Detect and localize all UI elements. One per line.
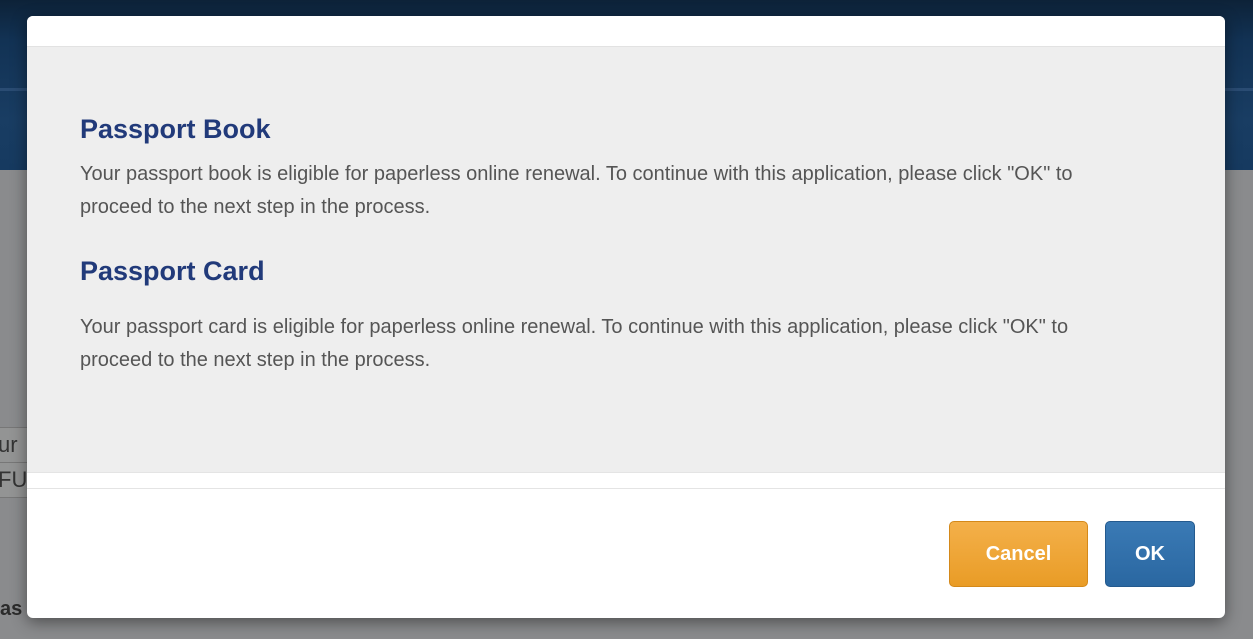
dialog-divider [27,472,1225,489]
passport-card-title: Passport Card [80,256,265,286]
cancel-button[interactable]: Cancel [949,521,1088,587]
passport-book-title: Passport Book [80,114,271,144]
dialog-body: Passport Book Your passport book is elig… [27,47,1225,472]
passport-book-text: Your passport book is eligible for paper… [80,163,1073,218]
eligibility-dialog: Passport Book Your passport book is elig… [27,16,1225,618]
dialog-header [27,16,1225,47]
ok-button[interactable]: OK [1105,521,1195,587]
background-label: as [0,598,23,620]
dialog-footer-divider [27,488,1225,489]
passport-card-text: Your passport card is eligible for paper… [80,316,1069,371]
